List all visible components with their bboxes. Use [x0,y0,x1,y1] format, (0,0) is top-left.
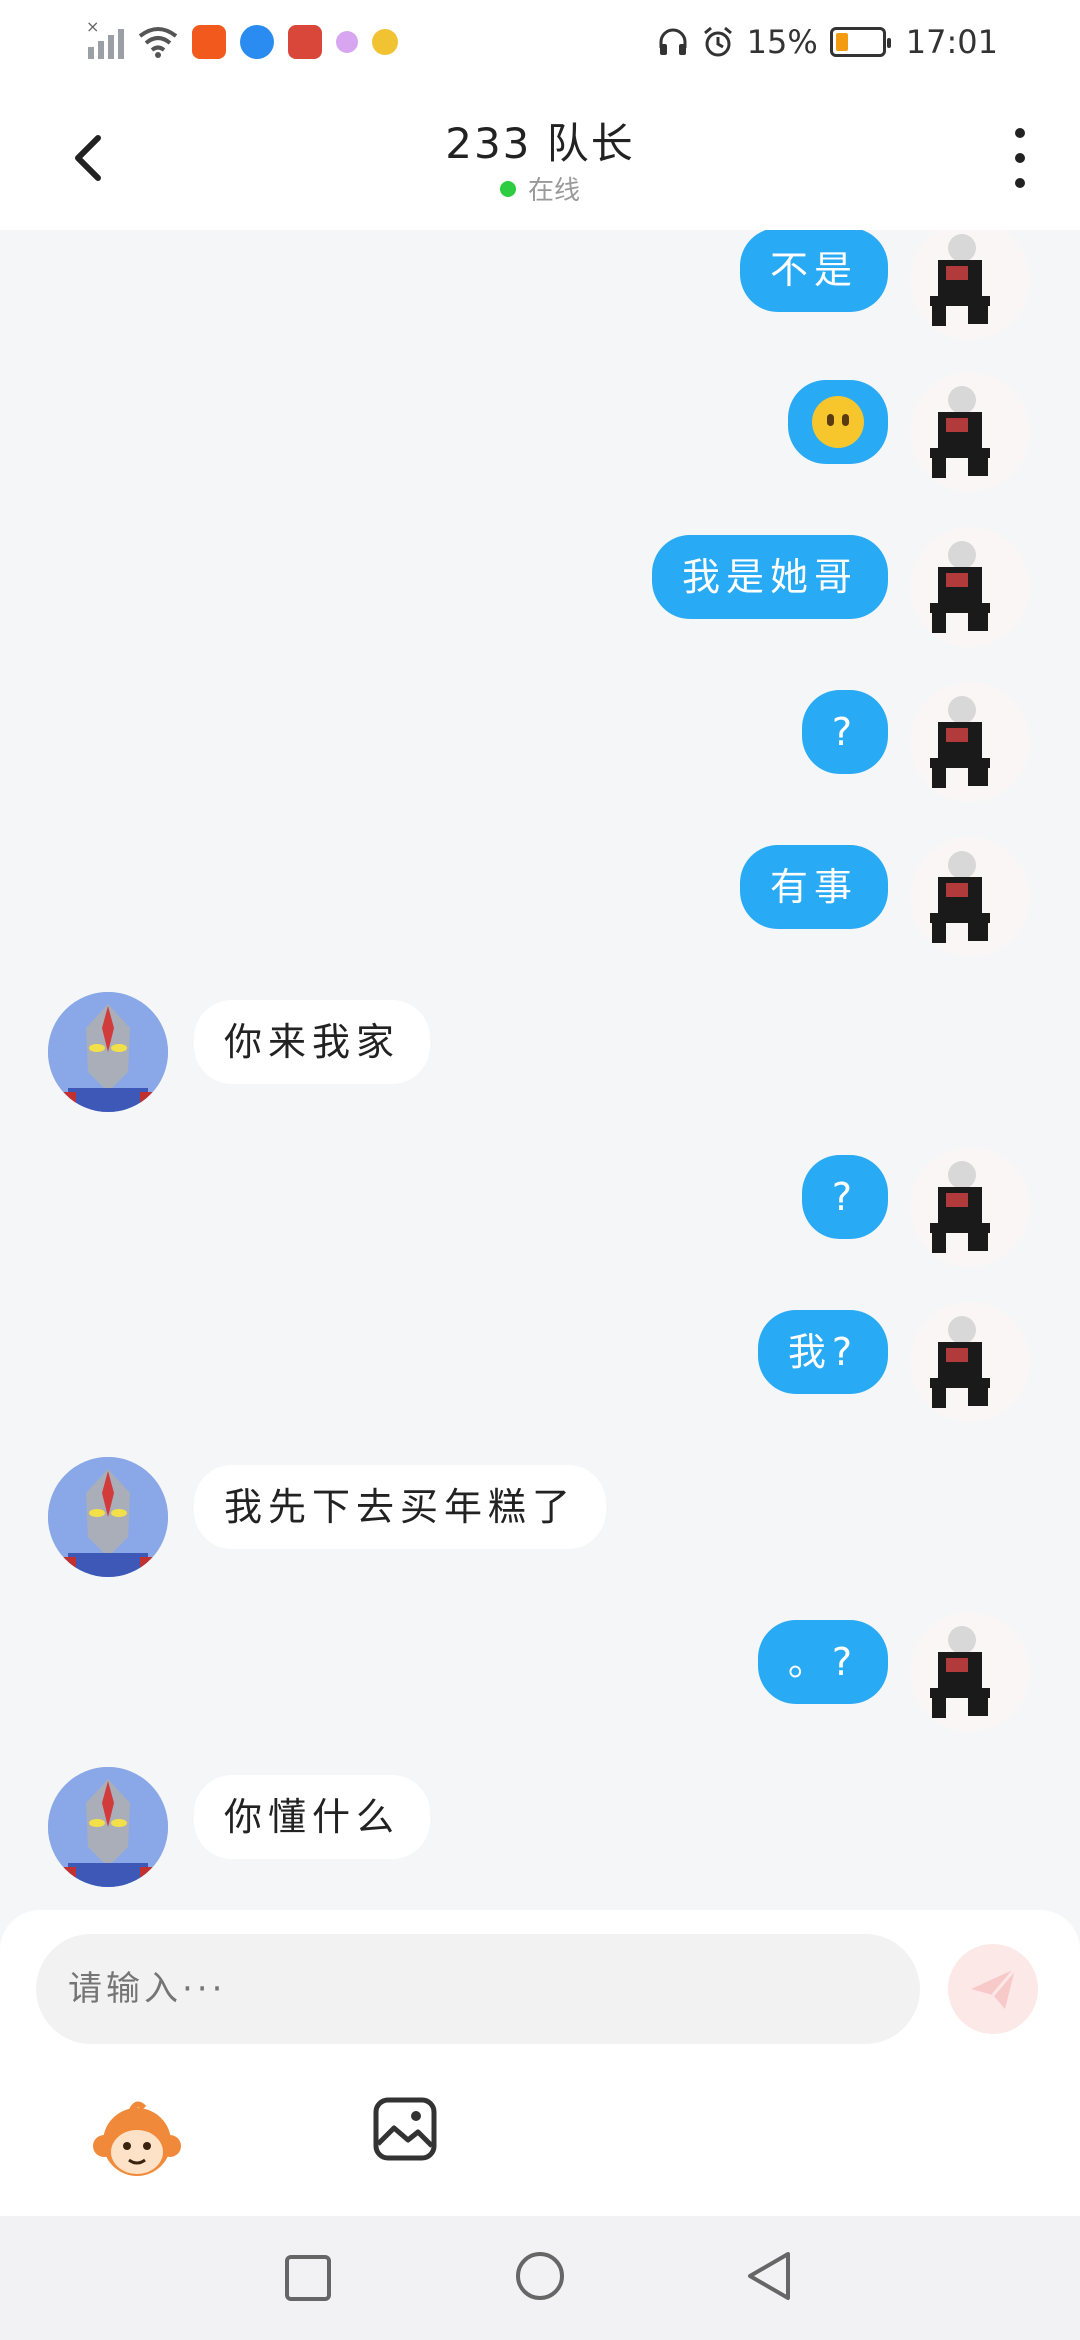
contact-avatar[interactable] [48,1457,168,1577]
fruit-app-icon [372,29,398,55]
message-composer [0,1910,1080,2216]
more-options-button[interactable] [1010,128,1030,188]
contact-avatar[interactable] [48,1767,168,1887]
message-row: 我先下去买年糕了 [0,1457,1080,1585]
back-nav-button[interactable] [744,2250,794,2302]
browser-app-icon [240,25,274,59]
status-icons-right: 15% 17:01 [657,20,998,64]
headphones-icon [659,28,687,55]
wifi-icon [138,27,178,58]
incoming-bubble[interactable]: 你懂什么 [194,1775,431,1859]
more-dots-icon [1015,128,1025,138]
self-avatar[interactable] [910,372,1030,492]
outgoing-bubble[interactable]: ? [801,690,888,774]
incoming-bubble[interactable]: 你来我家 [194,1000,431,1084]
recent-apps-button[interactable] [284,2254,332,2302]
outgoing-bubble[interactable]: 有事 [739,845,888,929]
home-button[interactable] [514,2250,566,2302]
outgoing-bubble[interactable]: 我是她哥 [651,535,888,619]
self-avatar[interactable] [910,1612,1030,1732]
message-row: 。? [0,1612,1080,1740]
self-avatar[interactable] [910,682,1030,802]
status-bar: × 15% 17:01 [0,0,1080,86]
chat-header: 233 队长 在线 [0,86,1080,230]
self-avatar[interactable] [910,1302,1030,1422]
online-status: 在线 [0,170,1080,207]
signal-icon: × [86,17,124,59]
monkey-face-icon [93,2101,181,2176]
kuaishou-app-icon [192,25,226,59]
self-avatar[interactable] [910,1147,1030,1267]
self-avatar[interactable] [910,527,1030,647]
contact-name: 233 队长 [445,119,635,168]
online-dot-icon [499,180,516,197]
online-status-text: 在线 [527,176,580,206]
message-row: 有事 [0,837,1080,965]
outgoing-bubble[interactable] [788,380,888,464]
incoming-bubble[interactable]: 我先下去买年糕了 [194,1465,607,1549]
message-row: 不是 [0,230,1080,348]
contact-avatar[interactable] [48,992,168,1112]
image-picker-button[interactable] [372,2096,438,2162]
image-icon [373,2097,437,2161]
expressionless-face-emoji-icon [812,395,864,448]
send-button[interactable] [948,1944,1038,2034]
battery-percent: 15% [746,23,818,61]
outgoing-bubble[interactable]: ? [801,1155,888,1239]
self-avatar[interactable] [910,230,1030,340]
message-row: ? [0,1147,1080,1275]
message-row: 你来我家 [0,992,1080,1120]
clock-time: 17:01 [905,23,998,61]
outgoing-bubble[interactable]: 我? [757,1310,888,1394]
message-row: 我? [0,1302,1080,1430]
game-app-icon [288,25,322,59]
monkey-sticker-button[interactable] [92,2096,182,2186]
message-row: ? [0,682,1080,810]
message-list[interactable]: 不是 我是她哥 ? 有事 你来我家 ? 我? 我先下去买年糕了 。? 你懂什么 [0,230,1080,1910]
message-input[interactable] [36,1934,920,2044]
cloud-app-icon [336,31,358,53]
message-row: 我是她哥 [0,527,1080,655]
outgoing-bubble[interactable]: 。? [757,1620,888,1704]
paper-plane-icon [971,1968,1017,2009]
system-navigation-bar [0,2216,1080,2340]
battery-icon [829,27,891,57]
alarm-icon [703,26,732,57]
message-row [0,372,1080,500]
message-row: 你懂什么 [0,1767,1080,1895]
status-icons-left: × [86,17,398,62]
self-avatar[interactable] [910,837,1030,957]
outgoing-bubble[interactable]: 不是 [739,230,888,312]
